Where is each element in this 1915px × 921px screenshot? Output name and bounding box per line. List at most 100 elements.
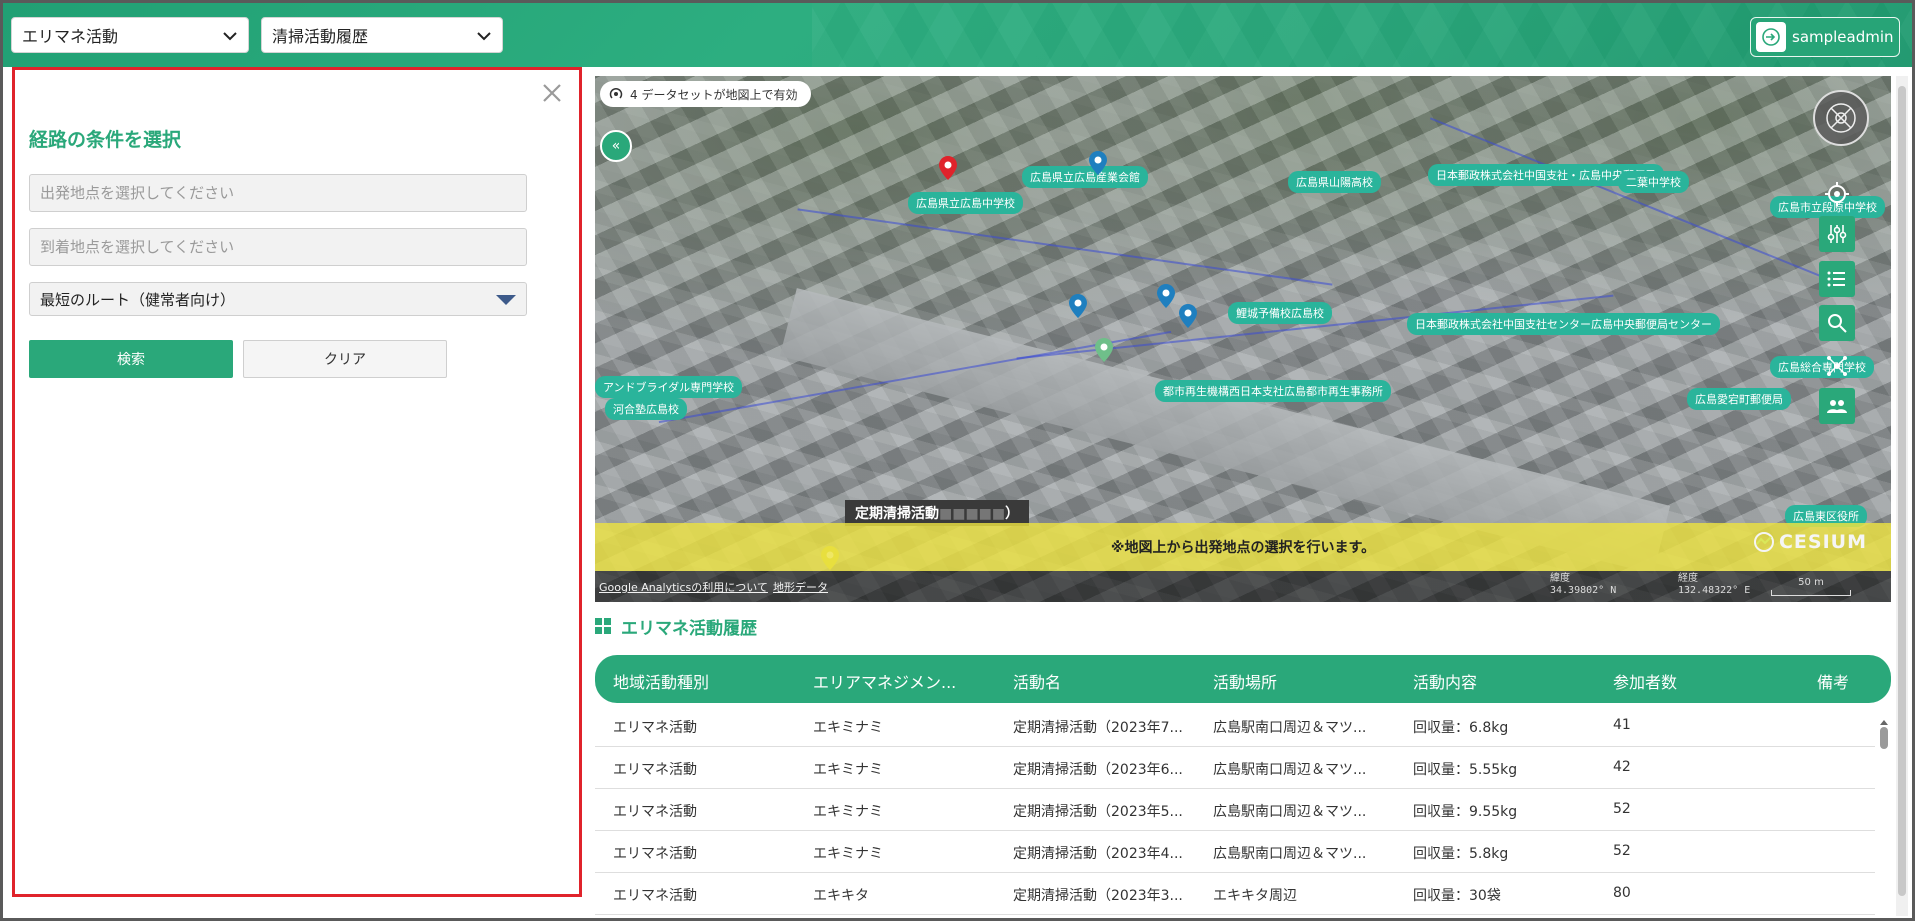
terrain-data-link[interactable]: 地形データ	[773, 579, 828, 595]
map-place-label[interactable]: 河合塾広島校	[605, 398, 687, 420]
search-icon	[1828, 314, 1847, 333]
table-row[interactable]: エリマネ活動 エキミナミ 定期清掃活動（2023年7... 広島駅南口周辺＆マツ…	[595, 705, 1875, 747]
search-button[interactable]: 検索	[29, 340, 233, 378]
map-place-label[interactable]: 広島県立広島中学校	[908, 192, 1023, 214]
users-icon	[1827, 400, 1847, 413]
table-cell: エキキタ	[813, 888, 869, 904]
table-cell: エキミナミ	[813, 720, 883, 736]
map-place-label[interactable]: 鯉城予備校広島校	[1228, 302, 1332, 324]
blue-map-pin-icon[interactable]	[1157, 284, 1175, 308]
table-cell: エキミナミ	[813, 804, 883, 820]
table-cell: 回収量：5.8kg	[1413, 846, 1509, 862]
column-header[interactable]: 地域活動種別	[613, 669, 709, 693]
table-cell: 広島駅南口周辺＆マツ...	[1213, 804, 1367, 820]
map-place-label[interactable]: 都市再生機構西日本支社広島都市再生事務所	[1155, 380, 1391, 402]
dropdown-triangle-icon	[496, 295, 516, 305]
tooltip-suffix: ）	[1005, 506, 1020, 522]
ga-policy-link[interactable]: Google Analyticsの利用について	[599, 579, 768, 595]
blue-map-pin-icon[interactable]	[1179, 304, 1197, 328]
cesium-logo: CESIUM	[1753, 531, 1867, 553]
close-icon[interactable]	[541, 82, 563, 104]
history-select-value: 清掃活動履歴	[272, 27, 369, 46]
column-header[interactable]: 活動内容	[1413, 669, 1477, 693]
column-header[interactable]: 参加者数	[1613, 669, 1677, 693]
locate-button[interactable]	[1819, 176, 1855, 212]
table-cell: 回収量：5.55kg	[1413, 762, 1518, 778]
red-map-pin-icon[interactable]	[939, 156, 957, 180]
start-point-field[interactable]	[29, 174, 527, 212]
history-table-body: エリマネ活動 エキミナミ 定期清掃活動（2023年7... 広島駅南口周辺＆マツ…	[595, 705, 1875, 915]
table-cell: 回収量：9.55kg	[1413, 804, 1518, 820]
header-pattern	[812, 3, 1912, 67]
green-map-pin-icon[interactable]	[1095, 338, 1113, 362]
scale-label: 50 m	[1798, 577, 1824, 588]
dataset-status-chip[interactable]: 4 データセットが地図上で有効	[600, 81, 812, 107]
column-header[interactable]: エリアマネジメン...	[813, 669, 956, 693]
layer-list-button[interactable]	[1819, 261, 1855, 297]
table-row[interactable]: エリマネ活動 エキミナミ 定期清掃活動（2023年5... 広島駅南口周辺＆マツ…	[595, 789, 1875, 831]
page-scrollbar[interactable]	[1896, 76, 1908, 916]
users-button[interactable]	[1819, 388, 1855, 424]
end-point-field[interactable]	[29, 228, 527, 266]
route-type-value: 最短のルート（健常者向け）	[40, 290, 236, 309]
route-type-select[interactable]: 最短のルート（健常者向け）	[29, 282, 527, 316]
broadcast-icon	[609, 87, 623, 99]
table-cell: 定期清掃活動（2023年6...	[1013, 762, 1183, 778]
map-place-label[interactable]: 日本郵政株式会社中国支社センター広島中央郵便局センター	[1407, 313, 1720, 335]
table-cell: 広島駅南口周辺＆マツ...	[1213, 720, 1367, 736]
history-section-header: エリマネ活動履歴	[595, 613, 757, 639]
app-header: エリマネ活動 清掃活動履歴 sampleadmin	[3, 3, 1912, 67]
map-place-label[interactable]: 広島県立広島産業会館	[1022, 166, 1148, 188]
table-row[interactable]: エリマネ活動 エキミナミ 定期清掃活動（2023年4... 広島駅南口周辺＆マツ…	[595, 831, 1875, 873]
table-cell: 定期清掃活動（2023年5...	[1013, 804, 1183, 820]
history-select[interactable]: 清掃活動履歴	[261, 17, 503, 53]
map-place-label[interactable]: 二葉中学校	[1618, 171, 1689, 193]
map-search-button[interactable]	[1819, 305, 1855, 341]
column-header[interactable]: 備考	[1817, 669, 1849, 693]
app-window: エリマネ活動 清掃活動履歴 sampleadmin 経路の条件を選択 最短のルー…	[3, 3, 1912, 918]
table-cell: 広島駅南口周辺＆マツ...	[1213, 762, 1367, 778]
latitude-label: 緯度	[1550, 573, 1570, 584]
page-scrollbar-thumb[interactable]	[1898, 86, 1906, 896]
map-place-label[interactable]: アンドブライダル専門学校	[595, 376, 743, 398]
username-label: sampleadmin	[1792, 28, 1894, 46]
table-cell: 42	[1613, 759, 1631, 775]
network-button[interactable]	[1819, 348, 1855, 384]
network-icon	[1827, 356, 1847, 376]
scroll-up-icon[interactable]	[1879, 718, 1889, 726]
column-header[interactable]: 活動名	[1013, 669, 1061, 693]
map-viewer[interactable]: 4 データセットが地図上で有効 « 広島県立広島産業会館 広島県立広島中学校 広…	[595, 76, 1891, 602]
table-scrollbar[interactable]	[1879, 711, 1889, 916]
user-account-button[interactable]: sampleadmin	[1750, 17, 1900, 57]
table-cell: 定期清掃活動（2023年3...	[1013, 888, 1183, 904]
chevron-down-icon	[223, 32, 237, 41]
compass-navigator[interactable]	[1813, 90, 1869, 146]
route-condition-panel: 経路の条件を選択 最短のルート（健常者向け） 検索 クリア	[12, 67, 582, 897]
settings-button[interactable]	[1819, 216, 1855, 252]
table-cell: 回収量：30袋	[1413, 888, 1501, 904]
category-select[interactable]: エリマネ活動	[11, 17, 249, 53]
table-cell: 定期清掃活動（2023年7...	[1013, 720, 1183, 736]
table-row[interactable]: エリマネ活動 エキキタ 定期清掃活動（2023年3... エキキタ周辺 回収量：…	[595, 873, 1875, 915]
longitude-readout: 経度 132.48322° E	[1678, 573, 1750, 597]
table-scrollbar-thumb[interactable]	[1880, 727, 1888, 749]
table-cell: 52	[1613, 801, 1631, 817]
table-row[interactable]: エリマネ活動 エキミナミ 定期清掃活動（2023年6... 広島駅南口周辺＆マツ…	[595, 747, 1875, 789]
table-cell: エリマネ活動	[613, 720, 697, 736]
latitude-readout: 緯度 34.39802° N	[1550, 573, 1616, 597]
cesium-logo-text: CESIUM	[1778, 531, 1867, 553]
blue-map-pin-icon[interactable]	[1069, 294, 1087, 318]
map-place-label[interactable]: 広島県山陽高校	[1288, 171, 1381, 193]
blue-map-pin-icon[interactable]	[1089, 151, 1107, 175]
longitude-value: 132.48322° E	[1678, 585, 1751, 596]
clear-button[interactable]: クリア	[243, 340, 447, 378]
sliders-icon	[1827, 225, 1847, 243]
longitude-label: 経度	[1678, 573, 1698, 584]
map-place-label[interactable]: 広島愛宕町郵便局	[1687, 388, 1791, 410]
table-cell: 定期清掃活動（2023年4...	[1013, 846, 1183, 862]
column-header[interactable]: 活動場所	[1213, 669, 1277, 693]
table-cell: 回収量：6.8kg	[1413, 720, 1509, 736]
collapse-panel-button[interactable]: «	[600, 130, 632, 162]
scale-bar: 50 m	[1771, 577, 1851, 596]
table-cell: 広島駅南口周辺＆マツ...	[1213, 846, 1367, 862]
